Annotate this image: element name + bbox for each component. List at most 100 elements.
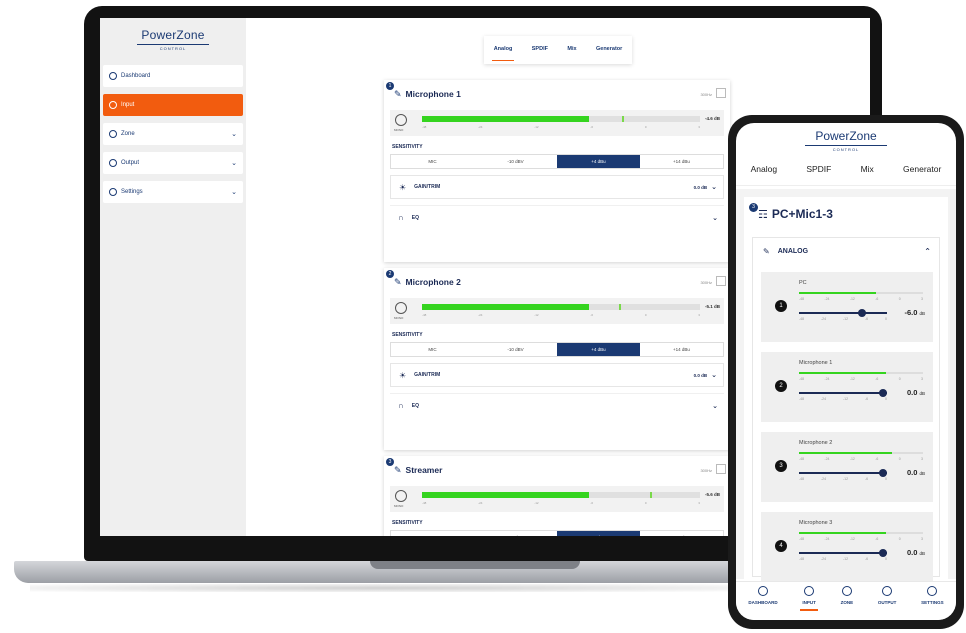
fader-handle[interactable] (878, 549, 887, 557)
level-meter (799, 452, 923, 454)
filter-curve-button[interactable] (716, 276, 726, 286)
sidebar-nav: Dashboard Input Zone ⌄ Output ⌄ Settings ⌄ (100, 65, 246, 203)
bottom-nav-output[interactable]: OUTPUT (878, 586, 896, 605)
channel-number-badge: 1 (386, 82, 394, 90)
tab-spdif[interactable]: SPDIF (532, 46, 548, 54)
meter-tick-label: -6 (875, 377, 879, 381)
bottom-nav-input[interactable]: INPUT (800, 586, 818, 611)
gain-trim-row[interactable]: ☀ GAIN/TRIM 0.0 dB ⌄ (390, 363, 724, 387)
filter-curve-button[interactable] (716, 464, 726, 474)
eq-row[interactable]: ∩ EQ ⌄ (390, 205, 724, 229)
dashboard-icon (109, 72, 117, 80)
fader-handle[interactable] (878, 389, 887, 397)
sensitivity-option[interactable]: MIC (391, 343, 474, 356)
sidebar-item-label: Settings (121, 189, 143, 195)
volume-fader[interactable] (799, 389, 887, 397)
fader-tick-label: -48 (799, 397, 805, 401)
eq-row[interactable]: ∩ EQ ⌄ (390, 393, 724, 417)
gain-icon: ☀ (399, 182, 407, 192)
sensitivity-option[interactable]: -10 dBV (474, 155, 557, 168)
meter-tick-label: -6 (590, 313, 594, 317)
input-icon (109, 101, 117, 109)
laptop-shadow (30, 584, 730, 592)
bottom-nav-dashboard[interactable]: DASHBOARD (748, 586, 778, 605)
chevron-down-icon[interactable]: ⌄ (712, 214, 718, 222)
analog-section-header[interactable]: ✎ ANALOG ⌃ (753, 238, 939, 264)
filter-frequency-label: 300Hz (700, 280, 712, 285)
mobile-tab-spdif[interactable]: SPDIF (806, 164, 831, 185)
chevron-down-icon[interactable]: ⌄ (711, 371, 717, 379)
chevron-down-icon[interactable]: ⌄ (712, 402, 718, 410)
product-mockup: PowerZone CONTROL Dashboard Input Zone ⌄ Out… (0, 0, 966, 633)
meter-scale: -48 -24 -12 -6 0 3 (422, 313, 700, 317)
channel-value-number: 0.0 (906, 388, 918, 397)
sensitivity-option[interactable]: +4 dBu (557, 155, 640, 168)
meter-tick-label: -48 (422, 313, 427, 317)
sensitivity-option[interactable]: +4 dBu (557, 531, 640, 536)
microphone-icon: ✎ (394, 464, 402, 475)
sensitivity-option[interactable]: +14 dBu (640, 155, 723, 168)
sidebar-item-input[interactable]: Input (103, 94, 243, 116)
level-value: -5.6 dB (704, 492, 720, 497)
bottom-nav-settings[interactable]: SETTINGS (921, 586, 944, 605)
mobile-logo-word: PowerZone (815, 129, 877, 143)
sidebar-item-settings[interactable]: Settings ⌄ (103, 181, 243, 203)
tab-mix[interactable]: Mix (567, 46, 576, 54)
mono-toggle-knob[interactable] (395, 490, 407, 502)
sensitivity-option[interactable]: MIC (391, 155, 474, 168)
tab-generator[interactable]: Generator (596, 46, 622, 54)
meter-tick-label: -6 (590, 501, 594, 505)
mobile-tab-generator[interactable]: Generator (903, 164, 941, 185)
eq-label: EQ (411, 214, 420, 221)
sensitivity-option[interactable]: +14 dBu (640, 531, 723, 536)
mobile-tab-mix[interactable]: Mix (856, 164, 879, 195)
level-meter (799, 532, 923, 534)
meter-tick-label: -24 (824, 537, 830, 541)
chevron-down-icon[interactable]: ⌄ (711, 183, 717, 191)
bottom-nav-zone[interactable]: ZONE (841, 586, 853, 605)
logo-subtitle: CONTROL (159, 46, 187, 51)
meter-tick-label: -12 (849, 377, 855, 381)
fader-handle[interactable] (878, 469, 887, 477)
sensitivity-option[interactable]: +14 dBu (640, 343, 723, 356)
fader-scale: -48 -24 -12 -6 0 (799, 477, 887, 481)
sensitivity-selector: MIC-10 dBV+4 dBu+14 dBu (390, 530, 724, 536)
filter-curve-button[interactable] (716, 88, 726, 98)
mix-card-header[interactable]: 3 ☶ PC+Mic1-3 (744, 197, 948, 231)
tab-analog[interactable]: Analog (491, 46, 514, 61)
sensitivity-option[interactable]: +4 dBu (557, 343, 640, 356)
level-meter-fill (422, 304, 589, 310)
mix-card: 3 ☶ PC+Mic1-3 ✎ ANALOG ⌃ 1 PC -48 -24 -12 -6 0… (744, 197, 948, 582)
level-meter-peak (622, 116, 625, 122)
sidebar-item-zone[interactable]: Zone ⌄ (103, 123, 243, 145)
level-meter-fill (799, 452, 892, 454)
sidebar-item-output[interactable]: Output ⌄ (103, 152, 243, 174)
volume-fader[interactable] (799, 469, 887, 477)
mono-toggle-knob[interactable] (395, 302, 407, 314)
volume-fader[interactable] (799, 309, 887, 317)
gain-trim-value: 0.0 dB (693, 372, 708, 378)
volume-fader[interactable] (799, 549, 887, 557)
chevron-up-icon[interactable]: ⌃ (924, 247, 931, 256)
sensitivity-option[interactable]: -10 dBV (474, 531, 557, 536)
sensitivity-option[interactable]: -10 dBV (474, 343, 557, 356)
sensitivity-option[interactable]: MIC (391, 531, 474, 536)
mobile-tab-analog[interactable]: Analog (751, 164, 777, 185)
gain-trim-row[interactable]: ☀ GAIN/TRIM 0.0 dB ⌄ (390, 175, 724, 199)
fader-tick-label: 0 (885, 317, 887, 321)
fader-handle[interactable] (858, 309, 867, 317)
output-icon (109, 159, 117, 167)
analog-section: ✎ ANALOG ⌃ 1 PC -48 -24 -12 -6 0 3 -48 -24 -12 -6 0-… (752, 237, 940, 582)
channel-name: Microphone 3 (799, 520, 833, 526)
sidebar-item-label: Output (121, 160, 140, 166)
input-tabs: Analog SPDIF Mix Generator (484, 36, 632, 64)
level-meter (799, 292, 923, 294)
fader-tick-label: -12 (842, 557, 849, 561)
mono-toggle-knob[interactable] (395, 114, 407, 126)
sidebar-item-label: Dashboard (121, 73, 151, 79)
fader-tick-label: -24 (820, 397, 827, 401)
sidebar-item-dashboard[interactable]: Dashboard (103, 65, 243, 87)
channel-title: Microphone 1 (405, 89, 461, 99)
meter-tick-label: -12 (534, 501, 539, 505)
meter-tick-label: 0 (898, 457, 901, 461)
